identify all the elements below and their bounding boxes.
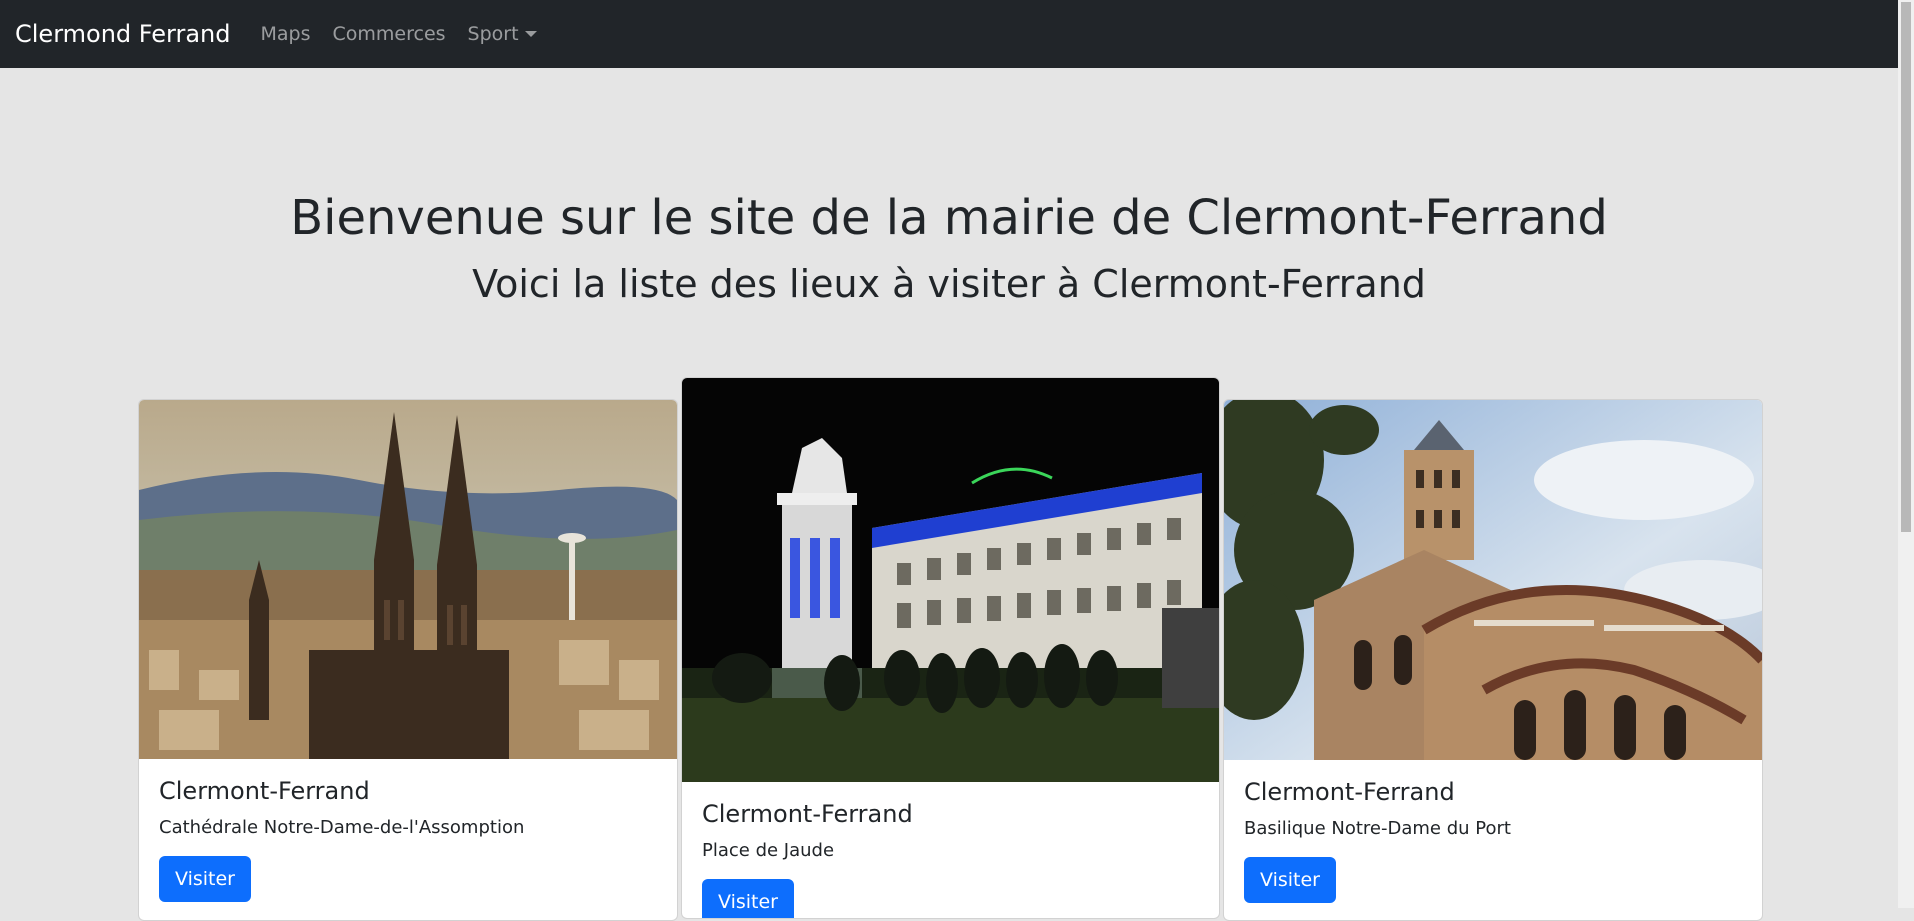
page-subtitle: Voici la liste des lieux à visiter à Cle… — [472, 262, 1426, 306]
top-navbar: Clermond Ferrand Maps Commerces Sport — [0, 0, 1898, 68]
place-card: Clermont-Ferrand Cathédrale Notre-Dame-d… — [138, 399, 678, 921]
card-title: Clermont-Ferrand — [159, 777, 370, 805]
vertical-scrollbar[interactable] — [1898, 0, 1914, 908]
card-body: Clermont-Ferrand Place de Jaude Visiter — [682, 782, 1219, 918]
card-image-basilique — [1224, 400, 1762, 760]
nav-link-maps[interactable]: Maps — [261, 23, 311, 45]
place-card: Clermont-Ferrand Place de Jaude Visiter — [681, 377, 1220, 919]
card-body: Clermont-Ferrand Cathédrale Notre-Dame-d… — [139, 759, 677, 920]
chevron-down-icon — [524, 31, 537, 37]
scrollbar-thumb[interactable] — [1901, 2, 1911, 532]
card-text: Basilique Notre-Dame du Port — [1244, 818, 1511, 839]
visit-button[interactable]: Visiter — [1244, 857, 1336, 903]
card-title: Clermont-Ferrand — [1244, 778, 1455, 806]
card-body: Clermont-Ferrand Basilique Notre-Dame du… — [1224, 760, 1762, 920]
page-title: Bienvenue sur le site de la mairie de Cl… — [290, 190, 1608, 246]
nav-dropdown-sport[interactable]: Sport — [468, 23, 537, 45]
nav-link-commerces[interactable]: Commerces — [333, 23, 446, 45]
place-card: Clermont-Ferrand Basilique Notre-Dame du… — [1223, 399, 1763, 921]
card-text: Cathédrale Notre-Dame-de-l'Assomption — [159, 817, 525, 838]
visit-button[interactable]: Visiter — [159, 856, 251, 902]
navbar-brand[interactable]: Clermond Ferrand — [15, 20, 231, 48]
card-text: Place de Jaude — [702, 840, 835, 861]
card-image-cathedral — [139, 400, 677, 759]
nav-dropdown-sport-label: Sport — [467, 23, 519, 45]
card-image-place-de-jaude — [682, 378, 1219, 782]
card-title: Clermont-Ferrand — [702, 800, 913, 828]
visit-button[interactable]: Visiter — [702, 879, 794, 918]
